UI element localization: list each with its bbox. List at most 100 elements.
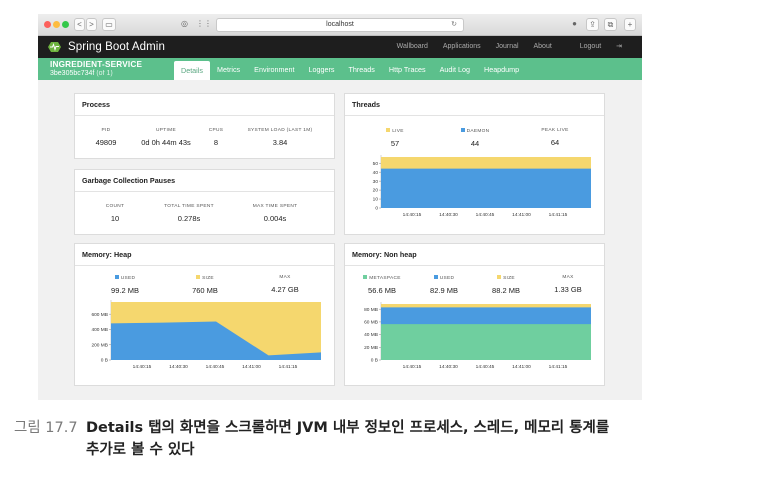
stat-value: 4.27 GB: [271, 285, 299, 294]
logout-icon: ⇥: [616, 43, 622, 50]
caption-line-1: Details 탭의 화면을 스크롤하면 JVM 내부 정보인 프로세스, 스레…: [86, 420, 610, 436]
stat-label: MAX TIME SPENT: [252, 204, 298, 209]
caption-line-2: 추가로 볼 수 있다: [86, 442, 195, 458]
y-tick-label: 40 MB: [364, 332, 378, 338]
stat-metaspace: METASPACE 56.6 MB: [351, 275, 413, 295]
stat-value: 0.278s: [177, 214, 201, 223]
new-tab-icon[interactable]: +: [624, 18, 636, 31]
stat-value: 99.2 MB: [111, 286, 139, 295]
x-tick-label: 14:41:00: [512, 212, 531, 218]
address-bar[interactable]: localhost ↻: [216, 18, 464, 32]
stat-label: TOTAL TIME SPENT: [164, 204, 214, 209]
x-tick-label: 14:40:45: [476, 212, 495, 218]
heap-chart: 600 MB 400 MB 200 MB 0 B 14:40:15 14:40:30 14:…: [91, 300, 321, 370]
tab-details[interactable]: Details: [174, 61, 210, 80]
tab-environment[interactable]: Environment: [247, 58, 301, 80]
stat-label: MAX: [562, 275, 574, 280]
figure-number: 그림 17.7: [14, 420, 78, 436]
nav-wallboard[interactable]: Wallboard: [397, 43, 428, 50]
y-tick-label: 60 MB: [364, 320, 378, 326]
detail-tabs: Details Metrics Environment Loggers Thre…: [174, 58, 526, 80]
legend-swatch: [433, 275, 438, 279]
tab-heapdump[interactable]: Heapdump: [477, 58, 526, 80]
x-tick-label: 14:40:15: [403, 212, 422, 218]
figure-caption: 그림 17.7 Details 탭의 화면을 스크롤하면 JVM 내부 정보인 프…: [14, 417, 754, 461]
legend-swatch: [114, 275, 119, 279]
stat-value: 57: [390, 139, 400, 148]
area-series-daemon: [381, 168, 591, 208]
brand-title[interactable]: Spring Boot Admin: [68, 36, 165, 58]
browser-toolbar: < > ▭ ◎ ⋮⋮ localhost ↻ ● ⇪ ⧉ +: [38, 14, 642, 36]
extensions-icon[interactable]: ⋮⋮: [196, 18, 212, 31]
y-tick-label: 40: [373, 170, 379, 176]
share-icon[interactable]: ⇪: [586, 18, 599, 31]
reload-icon[interactable]: ↻: [451, 19, 457, 31]
nonheap-chart: 80 MB 60 MB 40 MB 20 MB 0 B 14:40:15 14:40:30 1…: [364, 302, 591, 370]
x-tick-label: 14:41:15: [549, 364, 568, 370]
y-tick-label: 600 MB: [91, 312, 108, 318]
stat-cpus: CPUS 8: [201, 128, 231, 147]
stat-value: 49809: [95, 138, 117, 147]
x-tick-label: 14:40:45: [206, 364, 225, 370]
stat-value: 8: [213, 138, 219, 147]
nav-applications[interactable]: Applications: [443, 43, 481, 50]
stat-gc-total: TOTAL TIME SPENT 0.278s: [149, 204, 229, 223]
logout-label: Logout: [579, 43, 602, 50]
stat-label: LIVE: [392, 129, 404, 134]
stat-label: METASPACE: [369, 276, 401, 281]
forward-button[interactable]: >: [86, 18, 97, 31]
tab-audit-log[interactable]: Audit Log: [433, 58, 477, 80]
stat-value: 64: [550, 138, 560, 147]
stat-label: PID: [101, 128, 111, 133]
y-tick-label: 200 MB: [91, 342, 108, 348]
gc-title: Garbage Collection Pauses: [75, 170, 334, 192]
stat-label: PEAK LIVE: [541, 128, 569, 133]
stat-nonheap-max: MAX 1.33 GB: [537, 275, 599, 294]
x-tick-label: 14:40:30: [169, 364, 188, 370]
stat-nonheap-used: USED 82.9 MB: [413, 275, 475, 295]
back-button[interactable]: <: [74, 18, 85, 31]
tab-threads[interactable]: Threads: [342, 58, 382, 80]
tabs-icon[interactable]: ⧉: [604, 18, 617, 31]
legend-swatch: [386, 128, 391, 132]
nonheap-title: Memory: Non heap: [345, 244, 604, 266]
stat-label: SIZE: [202, 276, 214, 281]
minimize-window-button[interactable]: [53, 21, 60, 28]
threads-chart: 50 40 30 20 10 0 14:40:15 14:40:30 14:40:45 14:41…: [373, 155, 591, 218]
tab-metrics[interactable]: Metrics: [210, 58, 247, 80]
stat-label: COUNT: [105, 204, 125, 209]
tab-http-traces[interactable]: Http Traces: [382, 58, 433, 80]
stat-label: DAEMON: [466, 129, 490, 134]
details-content[interactable]: Process PID 49809 UPTIME 0d 0h 44m 43s C…: [38, 80, 642, 400]
stat-system-load: SYSTEM LOAD (LAST 1M) 3.84: [235, 128, 325, 147]
instance-id-value: 3be305bc734f: [50, 70, 95, 77]
instance-id[interactable]: 3be305bc734f (of 1): [50, 70, 113, 78]
legend-swatch: [196, 275, 201, 279]
nav-journal[interactable]: Journal: [496, 43, 519, 50]
nav-about[interactable]: About: [534, 43, 552, 50]
legend-swatch: [460, 128, 465, 132]
y-tick-label: 30: [373, 179, 379, 185]
process-card: Process PID 49809 UPTIME 0d 0h 44m 43s C…: [74, 93, 335, 159]
stat-gc-max: MAX TIME SPENT 0.004s: [235, 204, 315, 223]
stat-live: LIVE 57: [355, 128, 435, 148]
application-name: INGREDIENT-SERVICE: [50, 60, 143, 69]
close-window-button[interactable]: [44, 21, 51, 28]
tab-loggers[interactable]: Loggers: [302, 58, 342, 80]
y-tick-label: 400 MB: [91, 327, 108, 333]
zoom-window-button[interactable]: [62, 21, 69, 28]
stat-label: SYSTEM LOAD (LAST 1M): [247, 128, 313, 133]
shield-icon[interactable]: ◎: [178, 18, 191, 31]
browser-window: < > ▭ ◎ ⋮⋮ localhost ↻ ● ⇪ ⧉ + Spring Bo…: [38, 14, 642, 400]
stat-value: 0.004s: [263, 214, 287, 223]
nonheap-card: Memory: Non heap METASPACE 56.6 MB USED …: [344, 243, 605, 386]
logout-button[interactable]: Logout ⇥: [567, 43, 622, 50]
sidebar-icon[interactable]: ▭: [102, 18, 116, 31]
legend-swatch: [497, 275, 502, 279]
threads-card: Threads LIVE 57 DAEMON 44 PEAK LIVE 64 5…: [344, 93, 605, 235]
download-icon[interactable]: ●: [568, 18, 581, 31]
process-title: Process: [75, 94, 334, 116]
stat-pid: PID 49809: [81, 128, 131, 147]
heap-title: Memory: Heap: [75, 244, 334, 266]
area-series-metaspace: [381, 324, 591, 360]
